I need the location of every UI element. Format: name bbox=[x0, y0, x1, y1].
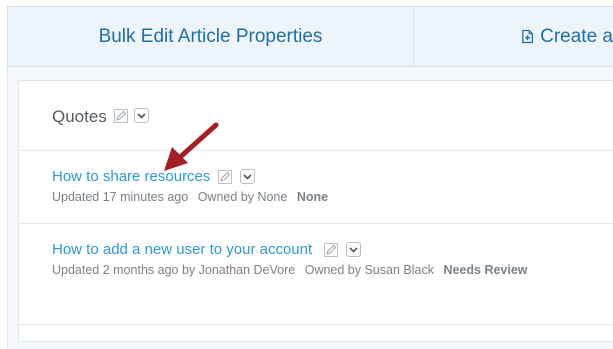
updated-text: Updated 17 minutes ago bbox=[52, 190, 189, 204]
chevron-down-icon bbox=[349, 246, 358, 253]
section-title: Quotes bbox=[52, 107, 107, 126]
chevron-down-icon bbox=[137, 112, 146, 119]
updated-text: Updated 2 months ago by Jonathan DeVore bbox=[52, 263, 296, 277]
annotation-arrow bbox=[164, 122, 219, 171]
article-meta: Updated 17 minutes ago Owned by None Non… bbox=[52, 190, 328, 204]
edit-icon[interactable] bbox=[114, 109, 128, 123]
article-row: How to share resources Updated 17 minute… bbox=[19, 151, 613, 224]
article-options-dropdown[interactable] bbox=[346, 242, 361, 257]
status-badge: Needs Review bbox=[443, 263, 528, 277]
new-document-icon bbox=[522, 29, 533, 44]
article-meta: Updated 2 months ago by Jonathan DeVore … bbox=[52, 263, 528, 277]
section-card: Quotes How to share resources Updated 17… bbox=[18, 80, 613, 342]
status-badge: None bbox=[296, 190, 329, 204]
section-options-dropdown[interactable] bbox=[134, 108, 149, 123]
chevron-down-icon bbox=[243, 173, 252, 180]
article-options-dropdown[interactable] bbox=[240, 169, 255, 184]
bulk-edit-tab[interactable]: Bulk Edit Article Properties bbox=[8, 7, 414, 66]
edit-icon[interactable] bbox=[324, 243, 338, 257]
section-header: Quotes bbox=[19, 81, 613, 151]
create-article-tab[interactable]: Create a bbox=[414, 7, 613, 66]
create-article-label: Create a bbox=[540, 25, 613, 47]
owner-text: Owned by None bbox=[197, 190, 288, 204]
top-tab-bar: Bulk Edit Article Properties Create a bbox=[7, 6, 613, 67]
article-title-link[interactable]: How to add a new user to your account bbox=[52, 241, 312, 258]
owner-text: Owned by Susan Black bbox=[304, 263, 434, 277]
article-row: How to add a new user to your account Up… bbox=[19, 224, 613, 325]
